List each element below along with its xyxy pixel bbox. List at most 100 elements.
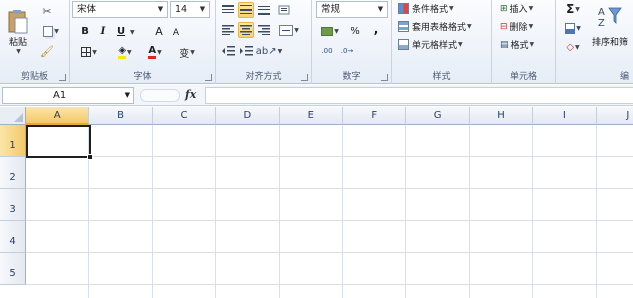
formula-bar-splitter[interactable] — [140, 89, 180, 102]
comma-button[interactable]: , — [370, 21, 382, 37]
increase-indent-button[interactable] — [238, 43, 254, 59]
align-center-icon — [240, 25, 252, 35]
row-header-2[interactable]: 2 — [0, 157, 26, 189]
gridline-horizontal — [26, 156, 633, 157]
editing-label: 编 — [619, 72, 629, 82]
fill-handle[interactable] — [87, 154, 93, 160]
wrap-text-button[interactable]: ab↗ ▼ — [256, 43, 282, 59]
chevron-down-icon: ▼ — [157, 5, 164, 13]
fill-button[interactable]: ▼ — [562, 20, 584, 36]
increase-decimal-icon: .00 — [321, 47, 333, 55]
align-right-button[interactable] — [256, 22, 272, 38]
row-header-3[interactable]: 3 — [0, 189, 26, 221]
number-group: 常规 ▼ ▼ % , .00 .0→ 数字 — [312, 0, 392, 84]
column-header-h[interactable]: H — [469, 107, 534, 125]
paste-icon — [8, 10, 28, 34]
format-cells-icon: ▤ — [500, 39, 509, 50]
format-as-table-button[interactable]: 套用表格格式 ▼ — [398, 20, 472, 33]
column-header-c[interactable]: C — [152, 107, 217, 125]
conditional-formatting-button[interactable]: 条件格式 ▼ — [398, 2, 454, 15]
decrease-indent-icon — [221, 46, 235, 56]
chevron-down-icon: ▼ — [377, 5, 384, 13]
grow-font-button[interactable]: A — [152, 24, 166, 39]
number-format-select[interactable]: 常规 ▼ — [316, 1, 388, 18]
clipboard-launcher-icon[interactable] — [59, 74, 66, 81]
cell-styles-button[interactable]: 单元格样式 ▼ — [398, 38, 463, 51]
select-all-button[interactable] — [0, 107, 26, 125]
font-name-select[interactable]: 宋体 ▼ — [72, 1, 168, 18]
format-painter-button[interactable]: 🖌 — [38, 43, 56, 59]
font-size-select[interactable]: 14 ▼ — [170, 1, 210, 18]
chevron-down-icon: ▼ — [130, 29, 135, 36]
align-left-icon — [222, 25, 234, 35]
formula-input[interactable] — [205, 87, 633, 104]
insert-function-icon[interactable]: fx — [185, 88, 196, 101]
gridline-vertical — [342, 125, 343, 298]
alignment-label: 对齐方式 — [245, 72, 282, 82]
scissors-icon: ✂ — [42, 4, 52, 18]
align-bottom-button[interactable] — [256, 2, 272, 18]
cell-style-icon — [398, 39, 409, 50]
column-header-i[interactable]: I — [533, 107, 597, 125]
eraser-icon: ◇ — [566, 41, 575, 53]
column-header-b[interactable]: B — [89, 107, 153, 125]
align-center-button[interactable] — [238, 22, 254, 38]
sort-az-icon: AZ — [598, 7, 622, 29]
column-header-e[interactable]: E — [279, 107, 343, 125]
paste-button[interactable]: 粘贴 ▼ — [4, 6, 32, 58]
column-header-a[interactable]: A — [26, 107, 90, 125]
column-header-d[interactable]: D — [216, 107, 280, 125]
font-label: 字体 — [133, 72, 152, 82]
text-orientation-icon — [278, 5, 290, 15]
column-header-j[interactable]: J — [596, 107, 633, 125]
font-launcher-icon[interactable] — [205, 74, 212, 81]
percent-button[interactable]: % — [348, 23, 362, 39]
shrink-font-button[interactable]: A — [170, 26, 182, 39]
copy-button[interactable]: ▼ — [38, 23, 64, 39]
svg-text:Z: Z — [598, 18, 605, 29]
active-cell-a1[interactable] — [26, 125, 91, 158]
align-left-button[interactable] — [220, 22, 236, 38]
chevron-down-icon: ▼ — [124, 91, 130, 99]
number-launcher-icon[interactable] — [381, 74, 388, 81]
font-color-button[interactable]: A ▼ — [142, 44, 168, 60]
column-header-g[interactable]: G — [406, 107, 470, 125]
chevron-down-icon: ▼ — [199, 5, 206, 13]
insert-cells-button[interactable]: ⊞ 插入 ▼ — [500, 2, 533, 16]
conditional-format-icon — [398, 3, 409, 14]
align-middle-button[interactable] — [238, 2, 254, 18]
merge-cells-icon — [279, 24, 294, 36]
accounting-format-button[interactable]: ▼ — [318, 23, 342, 39]
delete-cells-button[interactable]: ⊟ 删除 ▼ — [500, 20, 533, 34]
italic-button[interactable]: I — [96, 24, 110, 39]
bold-button[interactable]: B — [78, 24, 92, 39]
row-header-4[interactable]: 4 — [0, 221, 26, 253]
increase-decimal-button[interactable]: .00 — [318, 43, 336, 59]
cut-button[interactable]: ✂ — [38, 3, 56, 19]
decrease-indent-button[interactable] — [220, 43, 236, 59]
worksheet-grid[interactable]: ABCDEFGHIJ 12345 — [0, 107, 633, 298]
name-box[interactable]: A1 ▼ — [2, 87, 134, 104]
borders-button[interactable]: ▼ — [78, 44, 100, 60]
format-cells-button[interactable]: ▤ 格式 ▼ — [500, 38, 534, 52]
gridline-vertical — [595, 125, 597, 298]
clear-button[interactable]: ◇ ▼ — [562, 39, 584, 55]
sort-filter-button[interactable]: AZ — [590, 2, 630, 32]
gridline-horizontal — [26, 284, 633, 285]
merge-center-button[interactable]: ▼ — [276, 22, 302, 38]
align-top-button[interactable] — [220, 2, 236, 18]
editing-group: Σ ▼ ▼ ◇ ▼ AZ 排序和筛 编 — [556, 0, 633, 84]
gridline-vertical — [215, 125, 217, 298]
decrease-decimal-button[interactable]: .0→ — [338, 43, 356, 59]
autosum-button[interactable]: Σ ▼ — [562, 1, 584, 17]
copy-icon — [43, 25, 54, 37]
alignment-launcher-icon[interactable] — [301, 74, 308, 81]
gridline-vertical — [532, 125, 534, 298]
underline-button[interactable]: U — [114, 24, 128, 39]
orientation-button[interactable] — [276, 2, 294, 18]
column-header-f[interactable]: F — [343, 107, 407, 125]
row-header-1[interactable]: 1 — [0, 125, 26, 157]
row-header-5[interactable]: 5 — [0, 253, 26, 285]
fill-color-button[interactable]: ◈ ▼ — [112, 44, 138, 60]
phonetic-button[interactable]: 变 ▼ — [174, 44, 200, 60]
